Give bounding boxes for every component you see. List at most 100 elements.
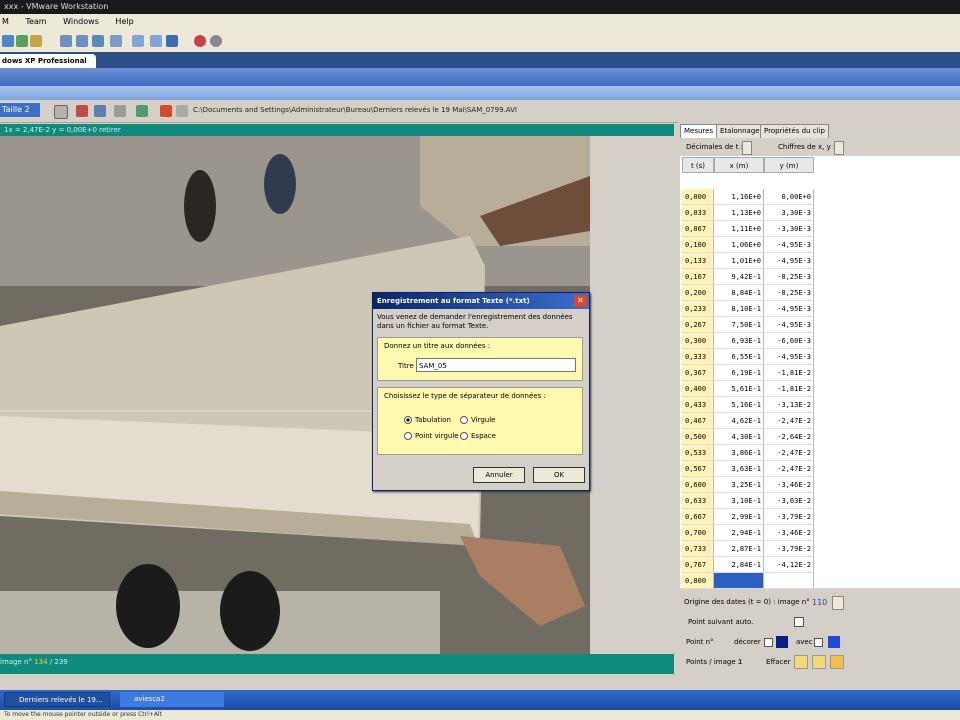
table-cell-x[interactable]: 1,16E+0 bbox=[714, 189, 764, 205]
table-cell-time[interactable]: 0,633 bbox=[682, 493, 714, 509]
table-cell-time[interactable]: 0,333 bbox=[682, 349, 714, 365]
table-cell-y[interactable]: -3,13E-2 bbox=[764, 397, 814, 413]
close-icon[interactable]: ✕ bbox=[574, 295, 587, 307]
help-icon[interactable] bbox=[160, 105, 172, 117]
option-virgule[interactable]: Virgule bbox=[460, 416, 495, 424]
play-icon[interactable] bbox=[16, 35, 28, 47]
table-cell-x[interactable]: 1,11E+0 bbox=[714, 221, 764, 237]
table-icon[interactable] bbox=[94, 105, 106, 117]
table-cell-y[interactable]: -4,95E-3 bbox=[764, 349, 814, 365]
table-cell-y[interactable]: -2,64E-2 bbox=[764, 429, 814, 445]
table-cell-x[interactable]: 5,16E-1 bbox=[714, 397, 764, 413]
table-cell-time[interactable]: 0,433 bbox=[682, 397, 714, 413]
graph-icon[interactable] bbox=[54, 105, 68, 119]
radio-tabulation[interactable] bbox=[404, 416, 412, 424]
table-cell-x[interactable]: 7,50E-1 bbox=[714, 317, 764, 333]
table-cell-y[interactable]: -8,25E-3 bbox=[764, 285, 814, 301]
origin-spinner[interactable] bbox=[832, 596, 844, 610]
table-cell-x[interactable]: 2,99E-1 bbox=[714, 509, 764, 525]
console-icon[interactable] bbox=[76, 35, 88, 47]
table-cell-time[interactable]: 0,133 bbox=[682, 253, 714, 269]
table-cell-time[interactable]: 0,500 bbox=[682, 429, 714, 445]
column-header-y[interactable]: y (m) bbox=[764, 157, 814, 173]
table-cell-y[interactable]: -4,95E-3 bbox=[764, 253, 814, 269]
table-cell-y[interactable]: -2,47E-2 bbox=[764, 445, 814, 461]
table-cell-y[interactable]: -3,30E-3 bbox=[764, 221, 814, 237]
table-cell-y[interactable] bbox=[764, 573, 814, 589]
table-cell-time[interactable]: 0,767 bbox=[682, 557, 714, 573]
table-cell-x[interactable]: 9,42E-1 bbox=[714, 269, 764, 285]
calculator-icon[interactable] bbox=[76, 105, 88, 117]
point-suivant-checkbox[interactable] bbox=[794, 617, 804, 627]
chat-icon[interactable] bbox=[110, 35, 122, 47]
stop-icon[interactable] bbox=[210, 35, 222, 47]
table-cell-time[interactable]: 0,700 bbox=[682, 525, 714, 541]
table-cell-x[interactable]: 2,94E-1 bbox=[714, 525, 764, 541]
fullscreen-icon[interactable] bbox=[132, 35, 144, 47]
table-cell-x[interactable]: 4,30E-1 bbox=[714, 429, 764, 445]
table-cell-x[interactable]: 8,10E-1 bbox=[714, 301, 764, 317]
clear-point-button[interactable] bbox=[794, 655, 808, 669]
snapshot-icon[interactable] bbox=[30, 35, 42, 47]
menu-item-help[interactable]: Help bbox=[115, 17, 133, 26]
table-cell-time[interactable]: 0,033 bbox=[682, 205, 714, 221]
column-header-t[interactable]: t (s) bbox=[682, 157, 714, 173]
radio-espace[interactable] bbox=[460, 432, 468, 440]
table-cell-x[interactable]: 3,10E-1 bbox=[714, 493, 764, 509]
table-cell-y[interactable]: -2,47E-2 bbox=[764, 413, 814, 429]
suivi-checkbox[interactable] bbox=[814, 638, 823, 647]
option-point-virgule[interactable]: Point virgule bbox=[404, 432, 459, 440]
point-color-swatch[interactable] bbox=[776, 636, 788, 648]
table-cell-x[interactable]: 2,87E-1 bbox=[714, 541, 764, 557]
clear-all-button[interactable] bbox=[830, 655, 844, 669]
table-cell-y[interactable]: -3,79E-2 bbox=[764, 509, 814, 525]
clear-image-button[interactable] bbox=[812, 655, 826, 669]
table-cell-y[interactable]: -4,95E-3 bbox=[764, 317, 814, 333]
table-cell-y[interactable]: -1,81E-2 bbox=[764, 381, 814, 397]
table-cell-y[interactable]: -2,47E-2 bbox=[764, 461, 814, 477]
print-icon[interactable] bbox=[136, 105, 148, 117]
table-cell-time[interactable]: 0,267 bbox=[682, 317, 714, 333]
power-icon[interactable] bbox=[2, 35, 14, 47]
table-cell-x[interactable]: 6,93E-1 bbox=[714, 333, 764, 349]
table-cell-time[interactable]: 0,167 bbox=[682, 269, 714, 285]
table-cell-x[interactable]: 6,19E-1 bbox=[714, 365, 764, 381]
table-cell-time[interactable]: 0,600 bbox=[682, 477, 714, 493]
quick-switch-icon[interactable] bbox=[150, 35, 162, 47]
table-cell-time[interactable]: 0,067 bbox=[682, 221, 714, 237]
chiffres-spinner[interactable] bbox=[834, 141, 844, 155]
table-cell-x[interactable]: 5,61E-1 bbox=[714, 381, 764, 397]
table-cell-x[interactable]: 3,86E-1 bbox=[714, 445, 764, 461]
cancel-button[interactable]: Annuler bbox=[473, 467, 525, 483]
mail-icon[interactable] bbox=[92, 35, 104, 47]
table-cell-x[interactable]: 8,84E-1 bbox=[714, 285, 764, 301]
trace-color-swatch[interactable] bbox=[828, 636, 840, 648]
menu-item-vm[interactable]: M bbox=[2, 17, 9, 26]
table-cell-y[interactable]: -6,60E-3 bbox=[764, 333, 814, 349]
ok-button[interactable]: OK bbox=[533, 467, 585, 483]
table-cell-time[interactable]: 0,533 bbox=[682, 445, 714, 461]
table-cell-x[interactable]: 1,13E+0 bbox=[714, 205, 764, 221]
table-cell-x[interactable]: 4,62E-1 bbox=[714, 413, 764, 429]
table-cell-time[interactable]: 0,000 bbox=[682, 189, 714, 205]
option-tabulation[interactable]: Tabulation bbox=[404, 416, 451, 424]
column-header-x[interactable]: x (m) bbox=[714, 157, 764, 173]
save-icon[interactable] bbox=[114, 105, 126, 117]
table-cell-time[interactable]: 0,400 bbox=[682, 381, 714, 397]
table-cell-x[interactable]: 2,84E-1 bbox=[714, 557, 764, 573]
option-espace[interactable]: Espace bbox=[460, 432, 496, 440]
table-cell-y[interactable]: 0,00E+0 bbox=[764, 189, 814, 205]
table-cell-x[interactable]: 6,55E-1 bbox=[714, 349, 764, 365]
tab-proprietes[interactable]: Propriétés du clip bbox=[760, 124, 829, 138]
table-cell-y[interactable]: -8,25E-3 bbox=[764, 269, 814, 285]
decorer-checkbox[interactable] bbox=[764, 638, 773, 647]
table-cell-y[interactable]: 3,30E-3 bbox=[764, 205, 814, 221]
decimales-spinner[interactable] bbox=[742, 141, 752, 155]
table-cell-time[interactable]: 0,800 bbox=[682, 573, 714, 589]
table-cell-x[interactable]: 1,01E+0 bbox=[714, 253, 764, 269]
summary-icon[interactable] bbox=[166, 35, 178, 47]
menu-item-windows[interactable]: Windows bbox=[63, 17, 99, 26]
size-button[interactable]: Taille 2 bbox=[0, 103, 40, 117]
table-cell-time[interactable]: 0,300 bbox=[682, 333, 714, 349]
radio-point-virgule[interactable] bbox=[404, 432, 412, 440]
